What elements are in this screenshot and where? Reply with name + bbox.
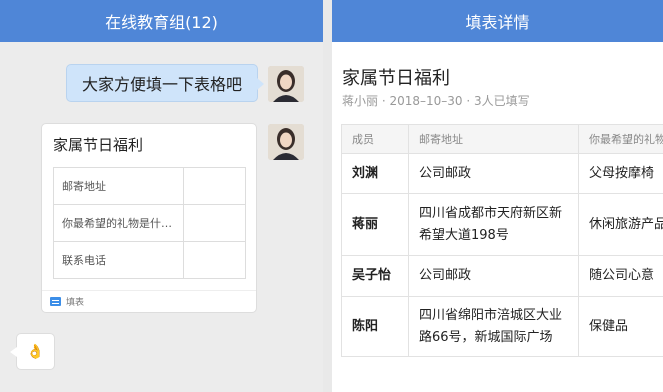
detail-header: 填表详情 [332,0,663,42]
avatar[interactable] [268,66,304,102]
cell-address: 公司邮政 [408,255,579,297]
cell-name: 蒋丽 [341,193,409,256]
form-field-value[interactable] [183,204,246,242]
emoji-reply-bubble[interactable]: 👌 [10,333,55,370]
responses-table: 成员 邮寄地址 你最希望的礼物 刘渊 公司邮政 父母按摩椅 蒋丽 四川省成都市天… [341,124,663,357]
form-fields-table: 邮寄地址 你最希望的礼物是什… 联系电话 [53,167,246,279]
cell-gift: 父母按摩椅 [578,153,663,194]
table-header-row: 成员 邮寄地址 你最希望的礼物 [341,124,663,154]
avatar[interactable] [268,124,304,160]
column-header: 成员 [341,124,409,154]
cell-address: 公司邮政 [408,153,579,194]
message-bubble[interactable]: 大家方便填一下表格吧 [66,64,264,102]
form-field-value[interactable] [183,241,246,279]
table-row[interactable]: 刘渊 公司邮政 父母按摩椅 [341,153,663,194]
detail-panel: 填表详情 家属节日福利 蒋小丽 · 2018–10–30 · 3人已填写 成员 … [332,0,663,392]
cell-gift: 保健品 [578,296,663,357]
form-field-label: 联系电话 [53,241,184,279]
form-field-row: 联系电话 [53,241,246,279]
form-field-label: 邮寄地址 [53,167,184,205]
table-row[interactable]: 蒋丽 四川省成都市天府新区新希望大道198号 休闲旅游产品 [341,193,663,256]
form-field-row: 邮寄地址 [53,167,246,205]
column-header: 你最希望的礼物 [578,124,663,154]
form-card-footer: 填表 [42,290,256,312]
form-field-value[interactable] [183,167,246,205]
cell-address: 四川省绵阳市涪城区大业路66号，新城国际广场 [408,296,579,357]
cell-name: 吴子怡 [341,255,409,297]
cell-gift: 休闲旅游产品 [578,193,663,256]
form-card[interactable]: 家属节日福利 邮寄地址 你最希望的礼物是什… 联系电话 填表 [41,123,257,313]
screen: 在线教育组(12) 大家方便填一下表格吧 家属节日福利 邮寄地址 你最希望的礼物… [0,0,663,392]
chat-header: 在线教育组(12) [0,0,323,42]
column-header: 邮寄地址 [408,124,579,154]
cell-gift: 随公司心意 [578,255,663,297]
form-card-title: 家属节日福利 [53,136,144,154]
message-text: 大家方便填一下表格吧 [81,75,242,94]
chat-panel: 在线教育组(12) 大家方便填一下表格吧 家属节日福利 邮寄地址 你最希望的礼物… [0,0,323,392]
form-card-footer-label: 填表 [66,298,85,308]
cell-name: 刘渊 [341,153,409,194]
table-row[interactable]: 陈阳 四川省绵阳市涪城区大业路66号，新城国际广场 保健品 [341,296,663,357]
form-title: 家属节日福利 [342,68,450,89]
cell-address: 四川省成都市天府新区新希望大道198号 [408,193,579,256]
detail-title: 填表详情 [465,13,530,32]
chat-title: 在线教育组(12) [105,13,218,32]
form-icon [50,297,61,306]
cell-name: 陈阳 [341,296,409,357]
form-meta: 蒋小丽 · 2018–10–30 · 3人已填写 [342,94,530,108]
form-field-label: 你最希望的礼物是什… [53,204,184,242]
form-field-row: 你最希望的礼物是什… [53,204,246,242]
table-row[interactable]: 吴子怡 公司邮政 随公司心意 [341,255,663,297]
ok-hand-icon: 👌 [26,343,45,360]
